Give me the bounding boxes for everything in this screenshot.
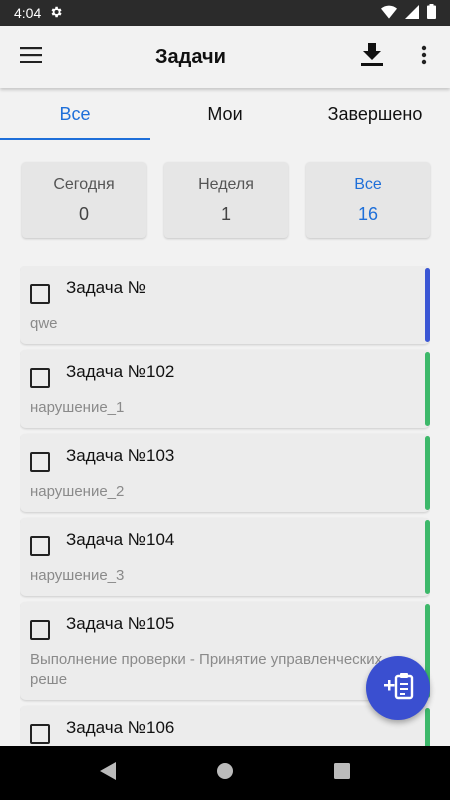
task-title: Задача №104 bbox=[66, 530, 175, 549]
status-bar: 4:04 bbox=[0, 0, 450, 26]
task-checkbox[interactable] bbox=[30, 536, 50, 556]
counter-filters: Сегодня 0 Неделя 1 Все 16 bbox=[22, 162, 430, 238]
task-checkbox[interactable] bbox=[30, 284, 50, 304]
task-card[interactable]: Задача №103 нарушение_2 bbox=[20, 434, 430, 512]
signal-icon bbox=[405, 4, 419, 22]
task-description: Выполнение проверки - Принятие управленч… bbox=[30, 651, 383, 688]
task-status-stripe bbox=[425, 352, 430, 426]
counter-label: Неделя bbox=[198, 175, 254, 193]
status-time: 4:04 bbox=[14, 5, 42, 21]
wifi-icon bbox=[381, 5, 397, 22]
task-description: нарушение_3 bbox=[30, 567, 125, 584]
task-card[interactable]: Задача №104 нарушение_3 bbox=[20, 518, 430, 596]
task-title: Задача №102 bbox=[66, 362, 175, 381]
back-icon[interactable] bbox=[100, 761, 116, 785]
home-icon[interactable] bbox=[216, 762, 234, 785]
system-nav-bar bbox=[0, 746, 450, 800]
tab-all[interactable]: Все bbox=[0, 88, 150, 140]
menu-button[interactable] bbox=[0, 26, 62, 88]
menu-icon bbox=[20, 46, 42, 68]
task-status-stripe bbox=[425, 520, 430, 594]
task-card[interactable]: Задача №102 нарушение_1 bbox=[20, 350, 430, 428]
counter-value: 16 bbox=[357, 203, 379, 224]
task-checkbox[interactable] bbox=[30, 452, 50, 472]
task-description: нарушение_1 bbox=[30, 399, 125, 416]
more-vert-icon bbox=[421, 45, 427, 70]
task-checkbox[interactable] bbox=[30, 368, 50, 388]
counter-all[interactable]: Все 16 bbox=[306, 162, 430, 238]
task-title: Задача №105 bbox=[66, 614, 175, 633]
task-description: qwe bbox=[30, 315, 58, 332]
task-checkbox[interactable] bbox=[30, 724, 50, 744]
task-status-stripe bbox=[425, 436, 430, 510]
download-button[interactable] bbox=[350, 26, 394, 88]
counter-week[interactable]: Неделя 1 bbox=[164, 162, 288, 238]
task-card[interactable]: Задача № qwe bbox=[20, 266, 430, 344]
battery-icon bbox=[427, 4, 436, 22]
counter-label: Все bbox=[354, 175, 382, 193]
counter-label: Сегодня bbox=[53, 175, 115, 193]
task-title: Задача №106 bbox=[66, 718, 175, 737]
task-checkbox[interactable] bbox=[30, 620, 50, 640]
counter-value: 0 bbox=[78, 203, 89, 224]
task-card[interactable]: Задача №106 bbox=[20, 706, 430, 746]
task-title: Задача № bbox=[66, 278, 146, 297]
add-task-icon bbox=[381, 671, 415, 706]
add-task-button[interactable] bbox=[366, 656, 430, 720]
tab-mine[interactable]: Мои bbox=[150, 88, 300, 140]
more-options-button[interactable] bbox=[402, 26, 446, 88]
page-title: Задачи bbox=[155, 45, 226, 68]
app-bar: Задачи bbox=[0, 26, 450, 88]
counter-today[interactable]: Сегодня 0 bbox=[22, 162, 146, 238]
tab-bar: Все Мои Завершено bbox=[0, 88, 450, 140]
task-status-stripe bbox=[425, 708, 430, 746]
download-icon bbox=[361, 42, 383, 72]
recents-icon[interactable] bbox=[334, 762, 350, 784]
counter-value: 1 bbox=[220, 203, 231, 224]
gear-icon bbox=[49, 5, 63, 22]
task-description: нарушение_2 bbox=[30, 483, 125, 500]
tab-completed[interactable]: Завершено bbox=[300, 88, 450, 140]
task-title: Задача №103 bbox=[66, 446, 175, 465]
task-status-stripe bbox=[425, 268, 430, 342]
